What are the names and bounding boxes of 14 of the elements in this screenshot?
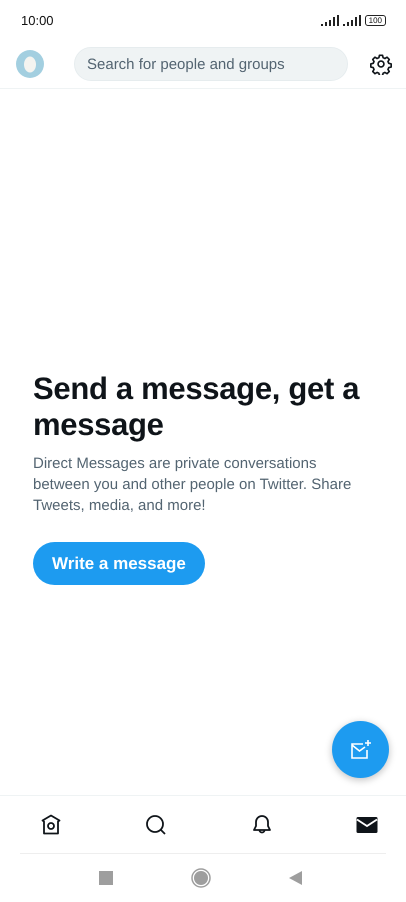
- battery-indicator: 100: [364, 14, 386, 26]
- recent-apps-icon[interactable]: [98, 871, 112, 885]
- status-time: 10:00: [21, 12, 54, 28]
- home-button-icon[interactable]: [190, 868, 210, 888]
- signal-icon: [320, 14, 339, 26]
- settings-icon[interactable]: [370, 53, 392, 75]
- back-icon[interactable]: [288, 871, 302, 885]
- new-message-button[interactable]: [332, 721, 389, 778]
- empty-state-title: Send a message, get a message: [33, 371, 361, 443]
- signal-icon: [342, 14, 361, 26]
- write-message-button[interactable]: Write a message: [33, 542, 205, 585]
- search-field[interactable]: Search for people and groups: [74, 47, 348, 81]
- empty-state-description: Direct Messages are private conversations between you and other people on Twitter. Share Tweets, media, and more!: [33, 454, 352, 516]
- mail-plus-icon: [348, 738, 372, 762]
